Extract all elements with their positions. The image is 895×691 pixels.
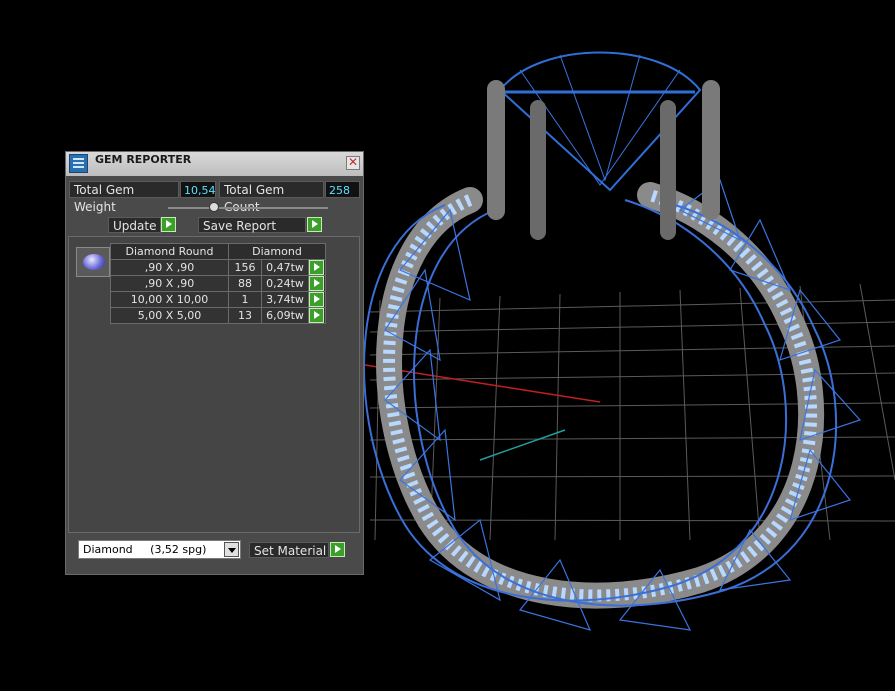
ring-model[interactable] (363, 179, 862, 631)
update-button[interactable]: Update (108, 217, 161, 233)
total-gem-weight-label: Total Gem Weight (69, 181, 179, 214)
play-arrow-icon[interactable] (309, 276, 324, 291)
gem-weight: 0,24tw (261, 275, 309, 292)
gem-count: 88 (228, 275, 262, 292)
material-select-value: Diamond (3,52 spg) (83, 543, 207, 556)
gem-count: 13 (228, 307, 262, 324)
gem-reporter-icon (69, 154, 88, 173)
gem-table: Diamond Round Diamond ,90 X ,90 156 0,47… (110, 243, 326, 324)
total-gem-weight-value: 10,54 (180, 181, 216, 198)
header-shape: Diamond Round (110, 243, 229, 260)
gem-count: 1 (228, 291, 262, 308)
slider-track (168, 207, 328, 209)
play-arrow-icon[interactable] (307, 217, 322, 232)
total-gem-count-label: Total Gem Count (219, 181, 324, 214)
set-material-button[interactable]: Set Material (249, 542, 329, 558)
play-arrow-icon[interactable] (161, 217, 176, 232)
chevron-down-icon[interactable] (224, 542, 239, 557)
gem-weight: 0,47tw (261, 259, 309, 276)
gem-weight: 6,09tw (261, 307, 309, 324)
gem-size: 5,00 X 5,00 (110, 307, 229, 324)
round-diamond-icon (83, 254, 105, 270)
title-bar[interactable]: GEM REPORTER ✕ (66, 152, 363, 176)
gem-weight: 3,74tw (261, 291, 309, 308)
gem-reporter-panel: GEM REPORTER ✕ Total Gem Weight 10,54 To… (65, 151, 364, 575)
table-row: 5,00 X 5,00 13 6,09tw (110, 307, 326, 324)
gem-count: 156 (228, 259, 262, 276)
gem-thumbnail[interactable] (76, 247, 110, 277)
slider-handle[interactable] (209, 202, 219, 212)
table-row: ,90 X ,90 88 0,24tw (110, 275, 326, 292)
total-gem-count-value: 258 (325, 181, 360, 198)
gem-size: ,90 X ,90 (110, 259, 229, 276)
material-select[interactable]: Diamond (3,52 spg) (78, 540, 241, 559)
table-row: ,90 X ,90 156 0,47tw (110, 259, 326, 276)
header-material: Diamond (228, 243, 326, 260)
gem-size: 10,00 X 10,00 (110, 291, 229, 308)
close-icon[interactable]: ✕ (346, 156, 360, 170)
save-report-button[interactable]: Save Report (198, 217, 306, 233)
play-arrow-icon[interactable] (309, 292, 324, 307)
table-header: Diamond Round Diamond (110, 243, 326, 260)
play-arrow-icon[interactable] (309, 260, 324, 275)
window-title: GEM REPORTER (95, 153, 192, 166)
play-arrow-icon[interactable] (309, 308, 324, 323)
y-axis (479, 429, 566, 461)
play-arrow-icon[interactable] (330, 542, 345, 557)
table-row: 10,00 X 10,00 1 3,74tw (110, 291, 326, 308)
gem-size: ,90 X ,90 (110, 275, 229, 292)
